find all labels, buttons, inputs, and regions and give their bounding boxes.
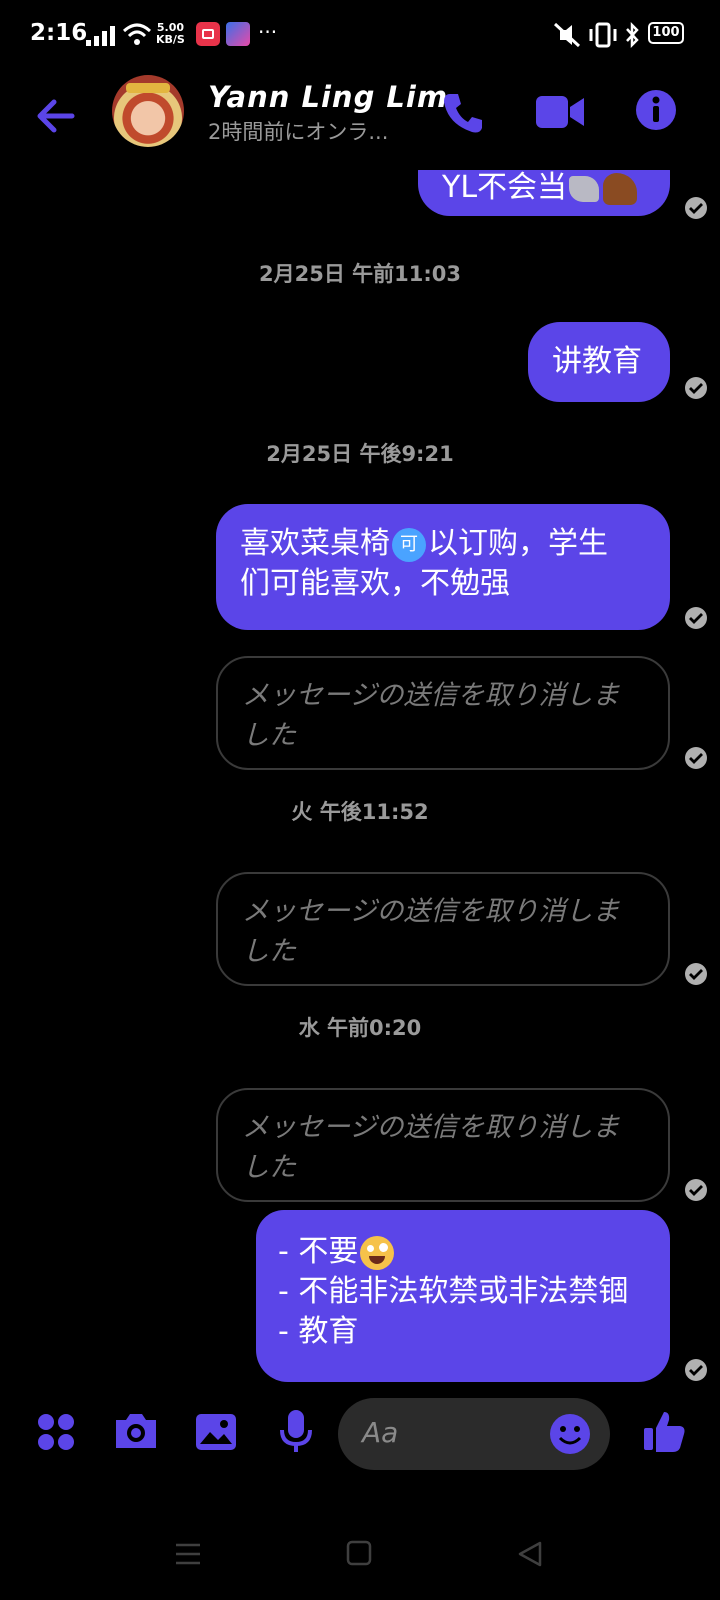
recents-menu-icon[interactable] <box>174 1542 202 1566</box>
horse-emoji-icon <box>603 172 638 205</box>
status-time: 2:16 <box>30 20 88 46</box>
composer-bar: Aa <box>0 1390 720 1490</box>
vibrate-icon <box>589 22 617 48</box>
video-call-icon[interactable] <box>534 92 586 132</box>
mute-vibrate-icon <box>553 22 581 48</box>
chat-header: Yann Ling Lim 2時間前にオンラ... <box>0 70 720 170</box>
crown-icon <box>126 83 170 93</box>
back-arrow-icon[interactable] <box>32 92 80 140</box>
ke-emoji-icon: 可 <box>392 527 426 562</box>
timestamp: 水 午前0:20 <box>298 1016 422 1040</box>
timestamp: 2月25日 午前11:03 <box>259 262 461 286</box>
more-notifications-icon: ··· <box>258 20 278 44</box>
message-bubble[interactable]: YL不会当 <box>418 170 670 216</box>
read-receipt-icon <box>685 197 707 219</box>
read-receipt-icon <box>685 1359 707 1381</box>
thumbs-up-icon[interactable] <box>642 1408 688 1454</box>
microphone-icon[interactable] <box>278 1408 314 1456</box>
read-receipt-icon <box>685 963 707 985</box>
message-input[interactable]: Aa <box>338 1398 610 1470</box>
home-icon[interactable] <box>346 1540 372 1566</box>
avatar[interactable] <box>112 75 184 147</box>
message-bubble[interactable]: - 不要 - 不能非法软禁或非法禁锢 - 教育 <box>256 1210 670 1382</box>
presence-status: 2時間前にオンラ... <box>208 120 389 144</box>
read-receipt-icon <box>685 607 707 629</box>
emoji-picker-icon[interactable] <box>548 1412 592 1456</box>
message-placeholder: Aa <box>362 1416 399 1449</box>
status-bar: 2:16 5.00 KB/S ··· 100 <box>0 0 720 70</box>
timestamp: 火 午後11:52 <box>291 800 429 824</box>
message-bubble[interactable]: 喜欢菜桌椅可以订购，学生 们可能喜欢，不勉强 <box>216 504 670 630</box>
read-receipt-icon <box>685 1179 707 1201</box>
camera-icon[interactable] <box>112 1410 160 1452</box>
unsent-message[interactable]: メッセージの送信を取り消しま した <box>216 656 670 770</box>
unsent-message[interactable]: メッセージの送信を取り消しま した <box>216 872 670 986</box>
screen-recorder-icon <box>196 22 220 46</box>
read-receipt-icon <box>685 377 707 399</box>
battery-icon: 100 <box>648 22 684 44</box>
phone-call-icon[interactable] <box>440 90 486 136</box>
timestamp: 2月25日 午後9:21 <box>266 442 454 466</box>
contact-name[interactable]: Yann Ling Lim <box>208 80 448 114</box>
pushpin-emoji-icon <box>569 175 600 202</box>
system-nav-bar <box>0 1510 720 1600</box>
zany-face-emoji-icon <box>360 1235 395 1270</box>
message-bubble[interactable]: 讲教育 <box>528 322 670 402</box>
app-notification-icon <box>226 22 250 46</box>
gallery-icon[interactable] <box>194 1410 238 1454</box>
read-receipt-icon <box>685 747 707 769</box>
bluetooth-icon <box>626 22 639 48</box>
info-icon[interactable] <box>634 88 678 132</box>
chat-thread[interactable]: YL不会当 2月25日 午前11:03 讲教育 2月25日 午後9:21 喜欢菜… <box>0 170 720 1390</box>
nav-back-icon[interactable] <box>516 1540 544 1568</box>
unsent-message[interactable]: メッセージの送信を取り消しま した <box>216 1088 670 1202</box>
menu-dots-icon[interactable] <box>36 1412 76 1452</box>
network-speed: 5.00 KB/S <box>156 21 185 46</box>
battery-level: 100 <box>652 25 680 40</box>
signal-icon <box>86 26 115 46</box>
wifi-icon <box>122 23 152 45</box>
